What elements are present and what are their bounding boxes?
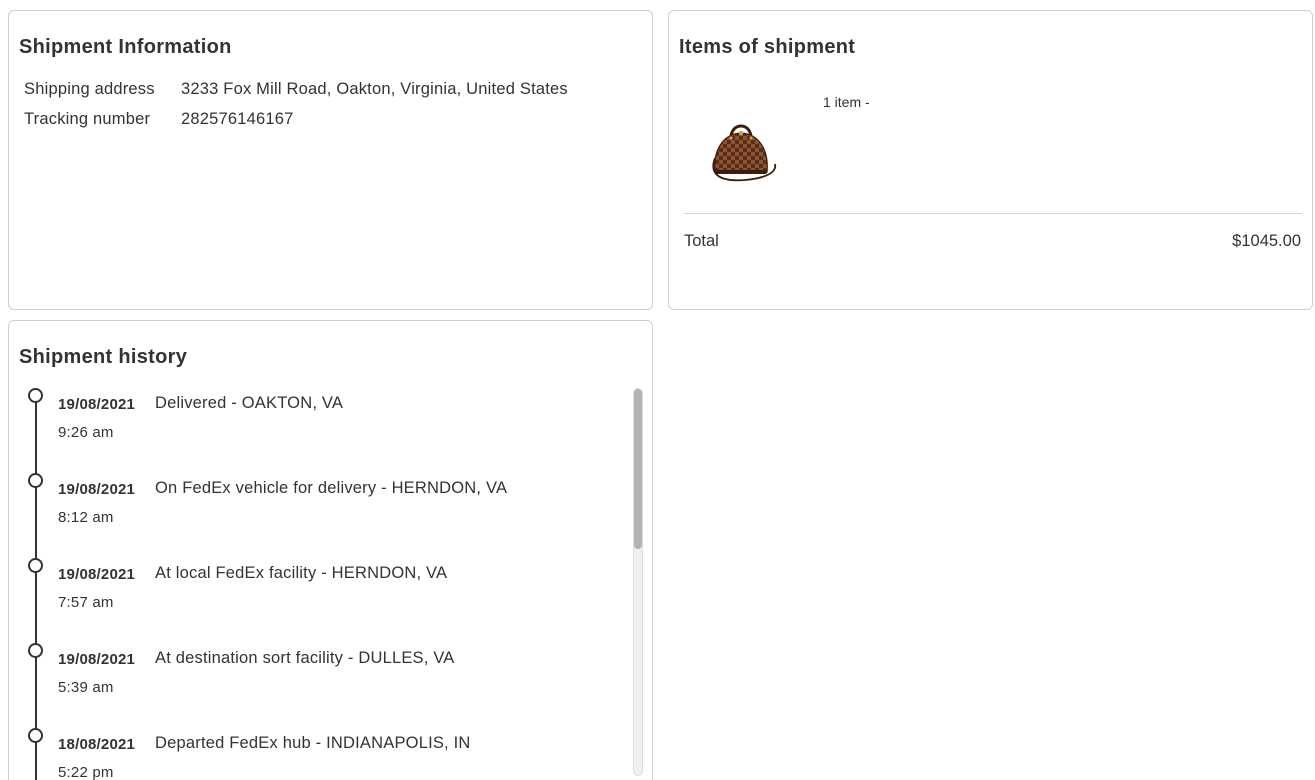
timeline-event: 19/08/2021 Delivered - OAKTON, VA 9:26 a… xyxy=(9,379,624,464)
item-count: 1 item - xyxy=(823,94,870,110)
event-description: At local FedEx facility - HERNDON, VA xyxy=(155,564,448,582)
total-value: $1045.00 xyxy=(1232,232,1301,250)
history-scrollbar-thumb[interactable] xyxy=(634,389,642,549)
event-description: At destination sort facility - DULLES, V… xyxy=(155,649,455,667)
event-time: 8:12 am xyxy=(58,509,114,526)
event-date: 18/08/2021 xyxy=(58,736,136,753)
event-time: 9:26 am xyxy=(58,424,114,441)
event-time: 5:22 pm xyxy=(58,764,114,780)
total-label: Total xyxy=(684,232,719,250)
product-image[interactable] xyxy=(707,116,779,186)
event-time: 5:39 am xyxy=(58,679,114,696)
items-of-shipment-card: Items of shipment 1 item - Total $1045.0… xyxy=(668,10,1313,310)
event-date: 19/08/2021 xyxy=(58,566,136,583)
event-time: 7:57 am xyxy=(58,594,114,611)
shipment-history-card: Shipment history 19/08/2021 Delivered - … xyxy=(8,320,653,780)
items-divider xyxy=(684,213,1302,214)
shipment-information-title: Shipment Information xyxy=(19,36,232,58)
timeline-dot-icon xyxy=(28,643,43,658)
shipment-information-card: Shipment Information Shipping address 32… xyxy=(8,10,653,310)
event-description: Departed FedEx hub - INDIANAPOLIS, IN xyxy=(155,734,471,752)
shipping-address-value: 3233 Fox Mill Road, Oakton, Virginia, Un… xyxy=(181,79,568,98)
timeline-event: 18/08/2021 Departed FedEx hub - INDIANAP… xyxy=(9,719,624,780)
shipment-history-title: Shipment history xyxy=(19,346,188,368)
timeline-dot-icon xyxy=(28,558,43,573)
event-description: On FedEx vehicle for delivery - HERNDON,… xyxy=(155,479,508,497)
timeline-event: 19/08/2021 At local FedEx facility - HER… xyxy=(9,549,624,634)
shipping-address-row: Shipping address 3233 Fox Mill Road, Oak… xyxy=(24,74,568,104)
tracking-number-label: Tracking number xyxy=(24,109,151,128)
event-date: 19/08/2021 xyxy=(58,481,136,498)
shipment-info-table: Shipping address 3233 Fox Mill Road, Oak… xyxy=(24,74,568,134)
history-scrollbar[interactable] xyxy=(633,388,643,776)
timeline-dot-icon xyxy=(28,388,43,403)
tracking-number-value: 282576146167 xyxy=(181,109,294,128)
shipping-address-label: Shipping address xyxy=(24,79,155,98)
timeline-dot-icon xyxy=(28,473,43,488)
event-date: 19/08/2021 xyxy=(58,651,136,668)
timeline-dot-icon xyxy=(28,728,43,743)
tracking-number-row: Tracking number 282576146167 xyxy=(24,104,568,134)
items-of-shipment-title: Items of shipment xyxy=(679,36,856,58)
event-date: 19/08/2021 xyxy=(58,396,136,413)
shipment-history-timeline[interactable]: 19/08/2021 Delivered - OAKTON, VA 9:26 a… xyxy=(9,379,629,780)
event-description: Delivered - OAKTON, VA xyxy=(155,394,344,412)
timeline-event: 19/08/2021 At destination sort facility … xyxy=(9,634,624,719)
timeline-event: 19/08/2021 On FedEx vehicle for delivery… xyxy=(9,464,624,549)
